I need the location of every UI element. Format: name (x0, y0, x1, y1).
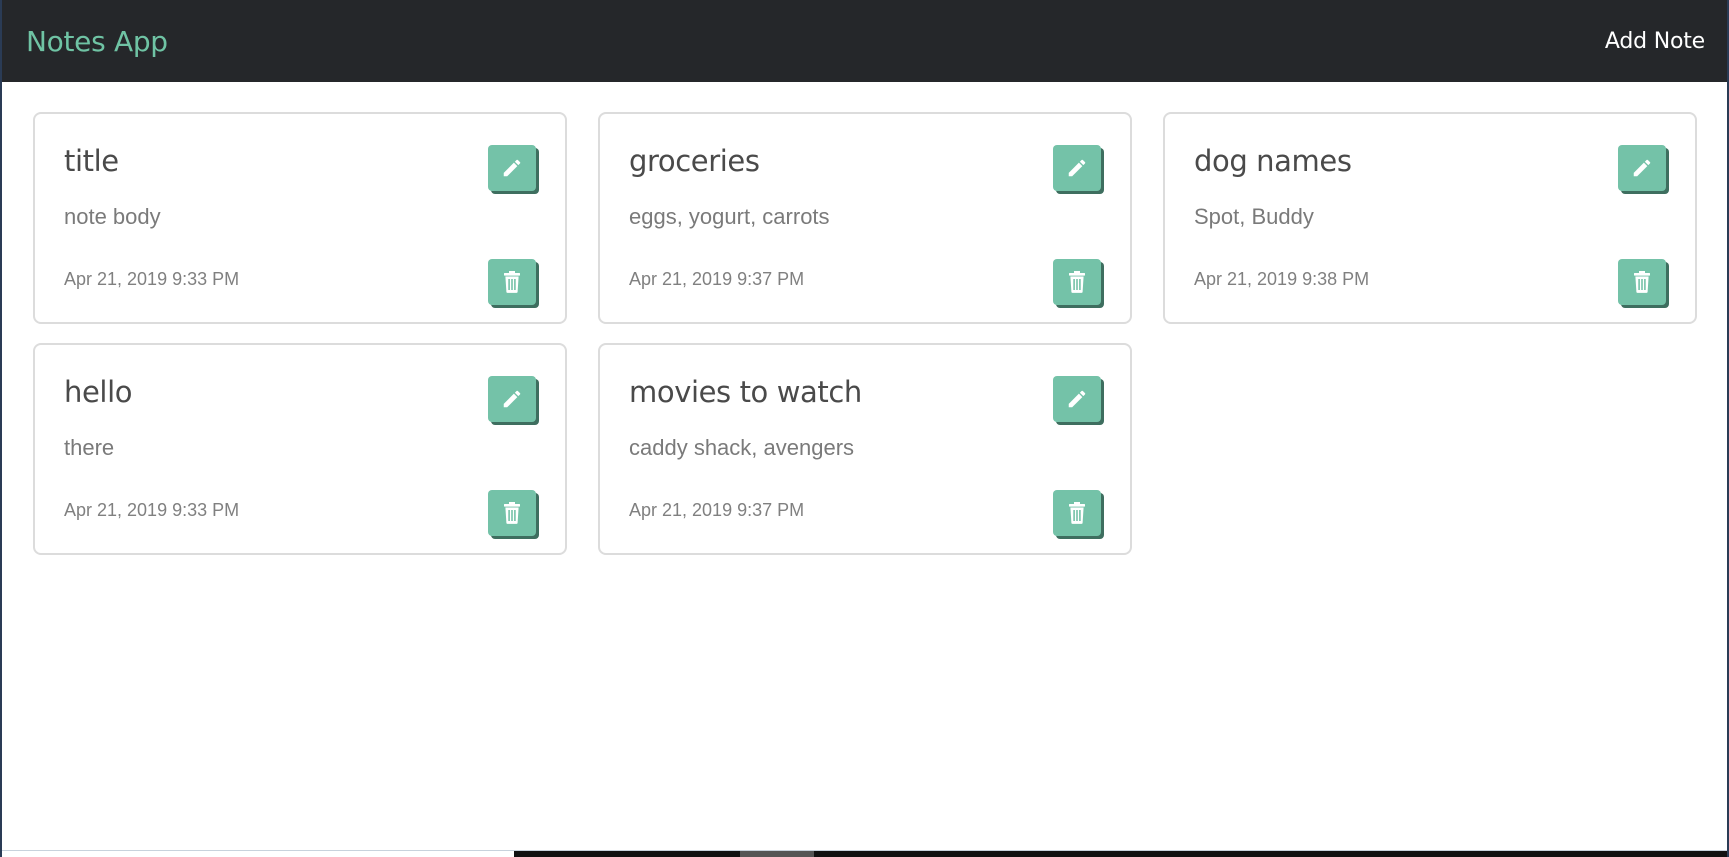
pencil-icon (503, 159, 521, 177)
note-card: title note body Apr 21, 2019 9:33 PM (33, 112, 567, 324)
note-body: note body (64, 204, 161, 229)
pencil-icon (1068, 159, 1086, 177)
note-date: Apr 21, 2019 9:37 PM (629, 500, 805, 520)
taskbar-dark-region (514, 851, 1729, 857)
note-body: Spot, Buddy (1194, 204, 1314, 229)
note-card: groceries eggs, yogurt, carrots Apr 21, … (598, 112, 1132, 324)
add-note-link[interactable]: Add Note (1605, 29, 1705, 54)
edit-note-button[interactable] (1618, 145, 1666, 191)
brand-title[interactable]: Notes App (26, 25, 168, 58)
note-body: eggs, yogurt, carrots (629, 204, 830, 229)
trash-icon (1069, 502, 1085, 524)
trash-icon (1634, 271, 1650, 293)
note-title: dog names (1194, 144, 1352, 178)
edit-note-button[interactable] (1053, 145, 1101, 191)
trash-icon (504, 271, 520, 293)
delete-note-button[interactable] (1053, 490, 1101, 536)
trash-icon (504, 502, 520, 524)
edit-note-button[interactable] (488, 145, 536, 191)
delete-note-button[interactable] (1053, 259, 1101, 305)
note-body: caddy shack, avengers (629, 435, 855, 460)
trash-icon (1069, 271, 1085, 293)
taskbar-strip (2, 850, 1729, 857)
note-date: Apr 21, 2019 9:37 PM (629, 269, 805, 289)
pencil-icon (503, 390, 521, 408)
notes-grid: title note body Apr 21, 2019 9:33 PM gro… (33, 112, 1699, 555)
note-date: Apr 21, 2019 9:33 PM (64, 269, 240, 289)
note-date: Apr 21, 2019 9:33 PM (64, 500, 240, 520)
note-title: groceries (629, 144, 760, 178)
note-card: movies to watch caddy shack, avengers Ap… (598, 343, 1132, 555)
note-card: dog names Spot, Buddy Apr 21, 2019 9:38 … (1163, 112, 1697, 324)
note-card: hello there Apr 21, 2019 9:33 PM (33, 343, 567, 555)
note-date: Apr 21, 2019 9:38 PM (1194, 269, 1370, 289)
delete-note-button[interactable] (488, 259, 536, 305)
note-title: movies to watch (629, 375, 862, 409)
navbar: Notes App Add Note (2, 0, 1729, 82)
scrollbar-thumb[interactable] (740, 851, 814, 857)
notes-app-window: Notes App Add Note title note body Apr 2… (0, 0, 1729, 857)
note-title: hello (64, 375, 133, 409)
pencil-icon (1633, 159, 1651, 177)
edit-note-button[interactable] (488, 376, 536, 422)
edit-note-button[interactable] (1053, 376, 1101, 422)
note-body: there (64, 435, 115, 460)
delete-note-button[interactable] (488, 490, 536, 536)
note-title: title (64, 144, 119, 178)
pencil-icon (1068, 390, 1086, 408)
delete-note-button[interactable] (1618, 259, 1666, 305)
